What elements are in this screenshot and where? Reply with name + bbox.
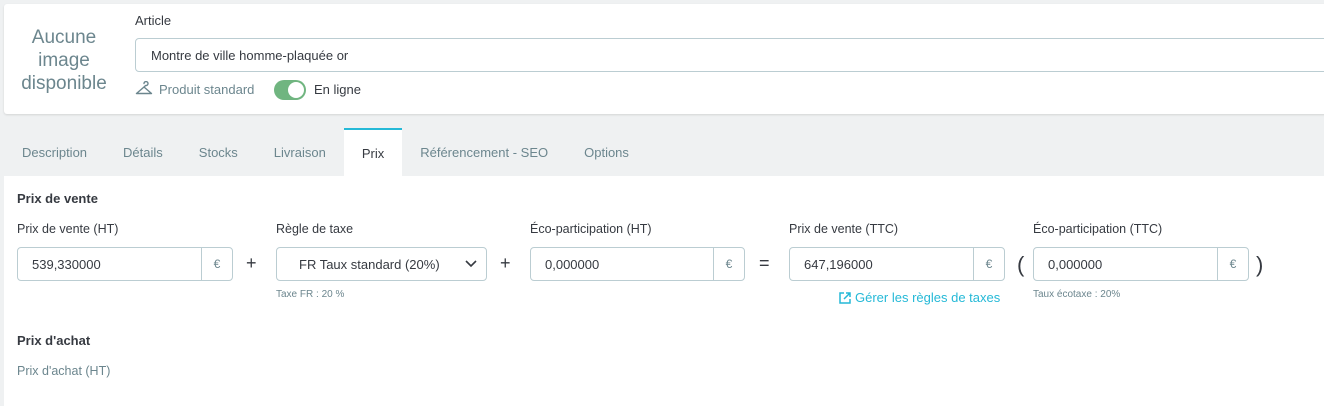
price-ht-input[interactable]: 539,330000 € [17,247,233,281]
tax-rule-select[interactable]: FR Taux standard (20%) [276,247,487,281]
manage-tax-rules-text: Gérer les règles de taxes [855,290,1001,305]
currency-addon: € [201,248,232,280]
product-name-input[interactable] [135,38,1324,72]
purchase-price-title: Prix d'achat [17,333,91,348]
tax-rule-value: FR Taux standard (20%) [299,256,440,272]
currency-addon: € [973,248,1004,280]
tab-description[interactable]: Description [4,128,105,176]
product-type-label: Produit standard [159,81,255,97]
currency-addon: € [713,248,744,280]
online-toggle[interactable] [274,80,306,100]
eco-ttc-label: Éco-participation (TTC) [1033,222,1163,236]
eco-ht-label: Éco-participation (HT) [530,222,652,236]
purchase-ht-label: Prix d'achat (HT) [17,364,111,378]
price-ttc-value: 647,196000 [804,256,873,272]
price-ttc-input[interactable]: 647,196000 € [789,247,1005,281]
price-ttc-label: Prix de vente (TTC) [789,222,899,236]
product-tabs: Description Détails Stocks Livraison Pri… [4,128,647,176]
open-paren: ( [1017,252,1025,277]
tab-livraison[interactable]: Livraison [256,128,344,176]
chevron-down-icon [465,260,477,268]
tab-seo[interactable]: Référencement - SEO [402,128,566,176]
pricing-panel: Prix de vente Prix de vente (HT) 539,330… [4,176,1324,406]
tab-options[interactable]: Options [566,128,647,176]
product-type-selector[interactable]: Produit standard [135,80,254,98]
eco-ht-value: 0,000000 [545,256,600,272]
tax-rule-label: Règle de taxe [276,222,354,236]
eco-tax-note: Taux écotaxe : 20% [1033,289,1121,300]
toggle-knob [288,82,304,98]
product-header: Aucune image disponible Article Produit … [4,4,1324,114]
plus-sign-2: + [500,253,511,273]
external-link-icon [839,291,851,304]
close-paren: ) [1256,252,1264,277]
price-ht-value: 539,330000 [32,256,101,272]
no-image-placeholder: Aucune image disponible [21,27,107,94]
sale-price-title: Prix de vente [17,191,98,206]
hanger-icon [135,81,153,95]
tab-stocks[interactable]: Stocks [181,128,256,176]
eco-ttc-value: 0,000000 [1048,256,1103,272]
eco-ttc-input[interactable]: 0,000000 € [1033,247,1249,281]
price-ht-label: Prix de vente (HT) [17,222,119,236]
tax-note: Taxe FR : 20 % [276,289,345,300]
eco-ht-input[interactable]: 0,000000 € [530,247,745,281]
equals-sign: = [759,253,770,273]
currency-addon: € [1217,248,1248,280]
tab-prix[interactable]: Prix [343,128,403,176]
manage-tax-rules-link[interactable]: Gérer les règles de taxes [838,290,1000,305]
tab-details[interactable]: Détails [105,128,181,176]
online-label: En ligne [314,82,361,97]
plus-sign: + [246,253,257,273]
article-label: Article [135,13,172,28]
